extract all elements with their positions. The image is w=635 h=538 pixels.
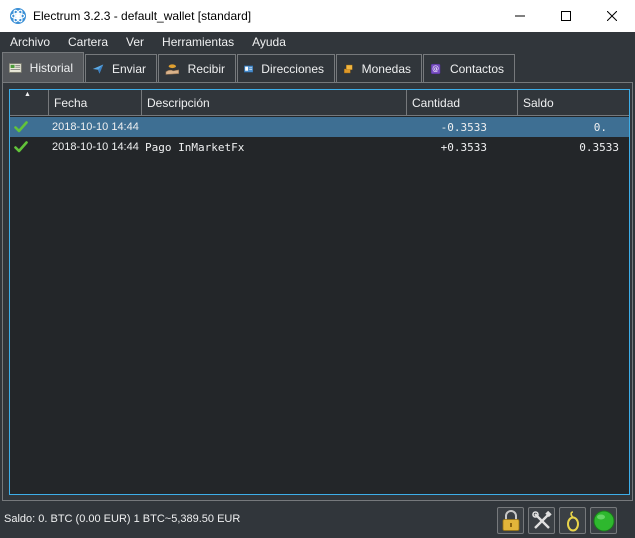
- status-bar: Saldo: 0. BTC (0.00 EUR) 1 BTC~5,389.50 …: [0, 503, 635, 538]
- menu-ver[interactable]: Ver: [116, 35, 152, 49]
- tab-historial[interactable]: Historial: [2, 52, 84, 82]
- network-status-button[interactable]: [590, 507, 617, 534]
- contacts-icon: @: [430, 63, 441, 74]
- tab-historial-label: Historial: [29, 60, 73, 75]
- electrum-logo-icon: [10, 8, 26, 24]
- column-header-fecha[interactable]: Fecha: [49, 90, 142, 116]
- addresses-icon: [244, 65, 254, 72]
- coins-icon: [344, 64, 353, 73]
- menu-bar: Archivo Cartera Ver Herramientas Ayuda: [0, 32, 635, 52]
- tab-bar: Historial Enviar Recibir Direcciones Mon…: [2, 52, 516, 82]
- balance-status: Saldo: 0. BTC (0.00 EUR) 1 BTC~5,389.50 …: [4, 513, 241, 525]
- menu-cartera[interactable]: Cartera: [58, 35, 116, 49]
- column-header-cantidad[interactable]: Cantidad: [407, 90, 518, 116]
- seed-button[interactable]: [559, 507, 586, 534]
- sort-asc-icon: ▲: [24, 91, 31, 98]
- close-button[interactable]: [589, 0, 635, 32]
- column-header-saldo[interactable]: Saldo: [518, 90, 629, 116]
- menu-ayuda[interactable]: Ayuda: [242, 35, 294, 49]
- description-cell: Pago InMarketFx: [145, 140, 245, 154]
- minimize-icon: [515, 15, 525, 17]
- amount-cell: +0.3533: [440, 140, 487, 154]
- history-panel: ▲ Fecha Descripción Cantidad Saldo 2018-…: [2, 82, 633, 501]
- status-cell: [10, 137, 49, 157]
- balance-cell: 0.: [593, 120, 607, 134]
- preferences-button[interactable]: [528, 507, 555, 534]
- menu-archivo[interactable]: Archivo: [0, 35, 58, 49]
- balance-cell: 0.3533: [579, 140, 619, 154]
- maximize-button[interactable]: [543, 0, 589, 32]
- minimize-button[interactable]: [497, 0, 543, 32]
- tab-contactos-label: Contactos: [449, 61, 504, 76]
- table-row[interactable]: 2018-10-10 14:44 Pago InMarketFx +0.3533…: [10, 137, 629, 157]
- svg-text:@: @: [432, 65, 439, 73]
- window-title: Electrum 3.2.3 - default_wallet [standar…: [33, 9, 252, 23]
- tab-monedas[interactable]: Monedas: [336, 54, 422, 82]
- title-bar: Electrum 3.2.3 - default_wallet [standar…: [0, 0, 635, 32]
- seed-icon: [566, 510, 579, 531]
- maximize-icon: [561, 11, 571, 21]
- tab-enviar[interactable]: Enviar: [85, 54, 157, 82]
- send-icon: [92, 64, 104, 73]
- status-cell: [10, 117, 49, 137]
- tab-contactos[interactable]: @ Contactos: [423, 54, 515, 82]
- receive-icon: [165, 63, 180, 75]
- tab-direcciones[interactable]: Direcciones: [237, 54, 335, 82]
- tab-recibir-label: Recibir: [187, 61, 225, 76]
- tab-monedas-label: Monedas: [361, 61, 411, 76]
- menu-herramientas[interactable]: Herramientas: [152, 35, 242, 49]
- tools-icon: [531, 510, 552, 529]
- column-header-descripcion[interactable]: Descripción: [142, 90, 407, 116]
- description-cell: [142, 117, 407, 137]
- close-icon: [607, 11, 617, 21]
- table-row[interactable]: 2018-10-10 14:44 -0.3533 0.: [10, 117, 629, 137]
- confirmed-check-icon: [14, 141, 28, 153]
- column-header-status[interactable]: ▲: [10, 90, 49, 116]
- history-icon: [9, 62, 22, 73]
- date-cell: 2018-10-10 14:44: [52, 121, 139, 133]
- network-connected-icon: [593, 510, 614, 531]
- amount-cell: -0.3533: [440, 120, 487, 134]
- lock-icon: [502, 509, 519, 531]
- history-table[interactable]: ▲ Fecha Descripción Cantidad Saldo 2018-…: [9, 89, 630, 495]
- tab-recibir[interactable]: Recibir: [158, 54, 236, 82]
- password-button[interactable]: [497, 507, 524, 534]
- date-cell: 2018-10-10 14:44: [52, 141, 139, 153]
- confirmed-check-icon: [14, 121, 28, 133]
- tab-enviar-label: Enviar: [111, 61, 146, 76]
- tab-direcciones-label: Direcciones: [261, 61, 324, 76]
- table-header: ▲ Fecha Descripción Cantidad Saldo: [10, 90, 629, 116]
